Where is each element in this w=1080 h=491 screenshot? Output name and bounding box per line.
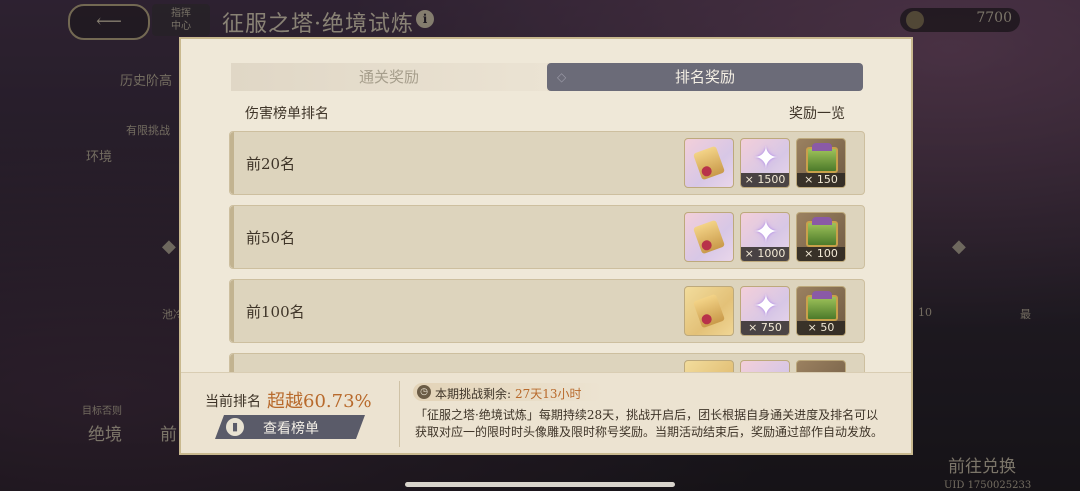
event-description: 「征服之塔·绝境试炼」每期持续28天，挑战开启后，团长根据自身通关进度及排名可以… [415, 408, 884, 439]
reward-row: 前20名 ✦ × 1500 × 150 [229, 131, 865, 195]
reward-items: ✦ × 1000 × 100 [684, 212, 846, 264]
reward-item[interactable] [684, 286, 734, 336]
reward-row: 前100名 ✦ × 750 × 50 [229, 279, 865, 343]
reward-item[interactable] [684, 138, 734, 188]
current-rank-value: 超越60.73% [267, 391, 372, 412]
timer-value: 27天13小时 [515, 387, 582, 401]
column-header-rewards: 奖励一览 [789, 106, 845, 122]
reward-item[interactable]: × 50 [796, 286, 846, 336]
reward-items: ✦ × 750 × 50 [684, 286, 846, 338]
tab-clear-reward[interactable]: 通关奖励 [231, 63, 547, 91]
footer-divider [399, 381, 400, 447]
chest-icon [806, 217, 838, 247]
item-quantity: × 150 [797, 173, 845, 187]
reward-item[interactable]: × 100 [796, 212, 846, 262]
scroll-icon [692, 293, 726, 329]
star-crystal-icon: ✦ [753, 141, 779, 176]
reward-item[interactable]: ✦ × 750 [740, 286, 790, 336]
scroll-icon [692, 219, 726, 255]
modal-footer: 当前排名 超越60.73% ▮ 查看榜单 ◷ 本期挑战剩余: 27天13小时 「… [181, 372, 911, 453]
item-quantity: × 100 [797, 247, 845, 261]
item-quantity: × 50 [797, 321, 845, 335]
tab-rank-reward[interactable]: 排名奖励 [547, 63, 863, 91]
chest-icon [806, 143, 838, 173]
rank-tier-label: 前20名 [246, 155, 296, 173]
rank-tier-label: 前100名 [246, 303, 305, 321]
item-quantity: × 1000 [741, 247, 789, 261]
star-crystal-icon: ✦ [753, 289, 779, 324]
chest-icon [806, 291, 838, 321]
reward-item[interactable]: × 150 [796, 138, 846, 188]
rank-reward-modal: 通关奖励 排名奖励 伤害榜单排名 奖励一览 前20名 ✦× 1500 × 150… [179, 37, 913, 455]
item-quantity: × 750 [741, 321, 789, 335]
current-rank-label: 当前排名 [205, 394, 261, 410]
leaderboard-icon: ▮ [226, 418, 244, 436]
timer-label: 本期挑战剩余: [435, 387, 512, 401]
home-indicator[interactable] [405, 482, 675, 487]
item-quantity: × 1500 [741, 173, 789, 187]
reward-item[interactable]: ✦ × 1500 [740, 138, 790, 188]
column-header-rank: 伤害榜单排名 [245, 106, 329, 122]
clock-icon: ◷ [417, 385, 431, 399]
reward-row: 前50名 ✦ × 1000 × 100 [229, 205, 865, 269]
rank-tier-label: 前50名 [246, 229, 296, 247]
reward-tabs: 通关奖励 排名奖励 [231, 63, 863, 91]
reward-item[interactable] [684, 212, 734, 262]
reward-item[interactable]: ✦ × 1000 [740, 212, 790, 262]
view-leaderboard-label[interactable]: 查看榜单 [263, 418, 319, 438]
star-crystal-icon: ✦ [753, 215, 779, 250]
scroll-icon [692, 145, 726, 181]
reward-items: ✦ × 1500 × 150 [684, 138, 846, 190]
